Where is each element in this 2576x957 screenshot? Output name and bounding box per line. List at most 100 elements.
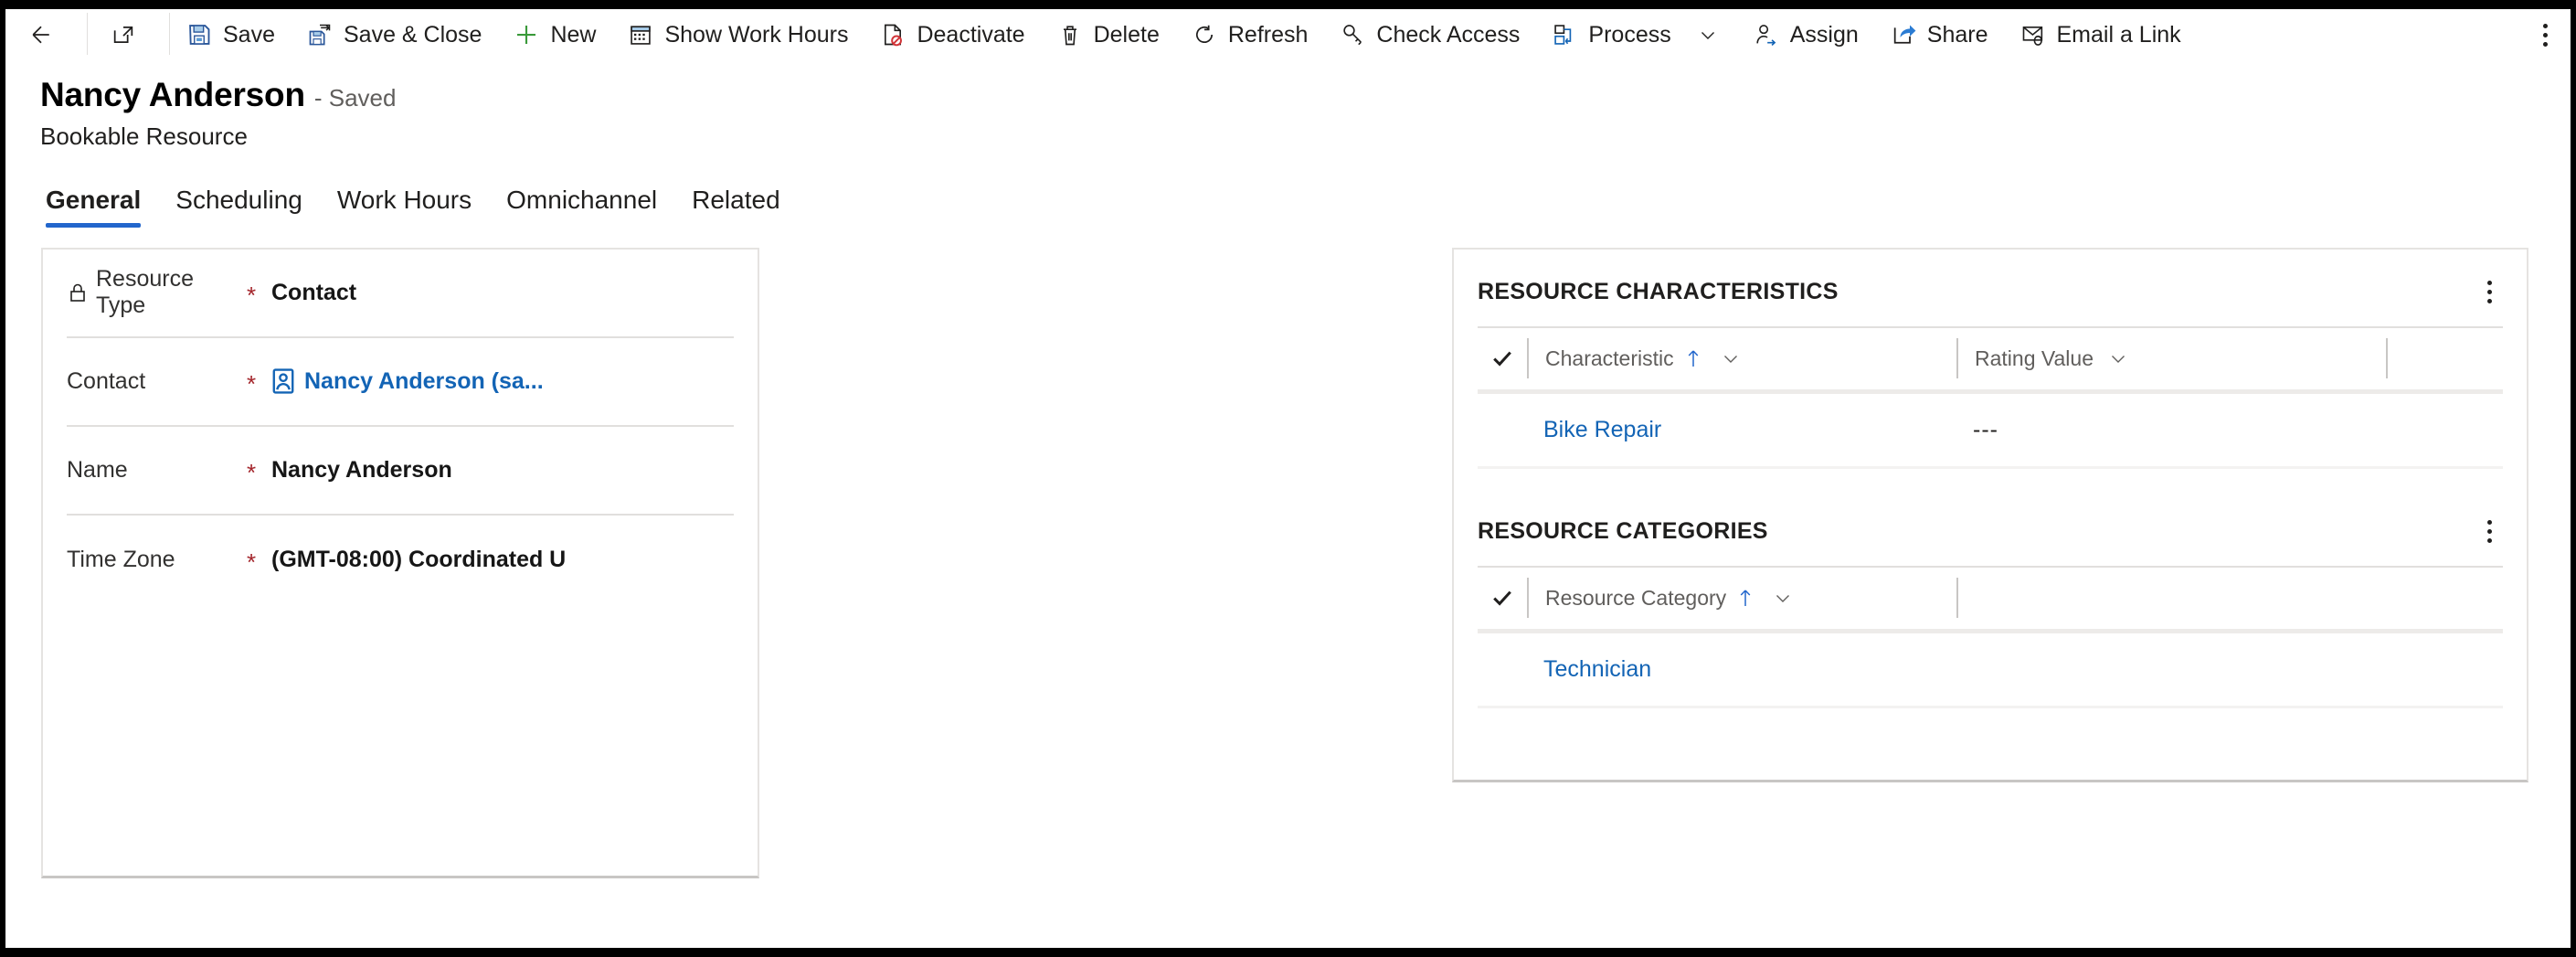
resource-categories-more-button[interactable] <box>2480 516 2499 547</box>
checkmark-icon <box>1493 351 1511 367</box>
share-icon <box>1890 21 1917 48</box>
column-header-resource-category[interactable]: Resource Category <box>1527 578 1956 619</box>
field-label-name-text: Name <box>67 456 128 483</box>
process-icon <box>1551 21 1578 48</box>
field-value-time-zone[interactable]: (GMT-08:00) Coordinated U <box>271 547 734 573</box>
form-body: Resource Type * Contact Contact * Nancy … <box>5 228 2571 899</box>
cell-rating-value: --- <box>1973 416 1998 442</box>
field-label-name: Name <box>67 457 231 484</box>
select-all-checkbox[interactable] <box>1478 585 1527 611</box>
email-a-link-button[interactable]: Email a Link <box>2004 9 2197 60</box>
deactivate-button[interactable]: Deactivate <box>864 9 1040 60</box>
plus-icon <box>513 21 540 48</box>
tab-scheduling[interactable]: Scheduling <box>159 186 321 228</box>
trash-icon <box>1056 21 1084 48</box>
chevron-down-icon[interactable] <box>1694 21 1722 48</box>
resource-categories-title: RESOURCE CATEGORIES <box>1478 518 1768 545</box>
field-row-name: Name * Nancy Anderson <box>67 427 734 516</box>
field-value-resource-type[interactable]: Contact <box>271 280 734 306</box>
refresh-button[interactable]: Refresh <box>1175 9 1324 60</box>
email-a-link-button-label: Email a Link <box>2056 21 2181 48</box>
required-marker-contact: * <box>246 370 257 399</box>
subgrids-card: RESOURCE CHARACTERISTICS Characteristic <box>1452 247 2528 782</box>
column-header-resource-category-label: Resource Category <box>1545 585 1727 610</box>
tab-related-label: Related <box>692 185 780 214</box>
column-header-filler <box>2386 338 2503 379</box>
field-label-time-zone-text: Time Zone <box>67 546 175 572</box>
delete-button[interactable]: Delete <box>1041 9 1175 60</box>
field-label-resource-type-text: Resource Type <box>96 266 194 319</box>
assign-button-label: Assign <box>1789 21 1859 48</box>
save-state-label: - Saved <box>313 84 397 112</box>
column-header-rating-value-label: Rating Value <box>1975 346 2094 370</box>
sort-ascending-icon <box>1688 350 1698 367</box>
save-and-close-button[interactable]: Save & Close <box>291 9 497 60</box>
calendar-icon <box>627 21 654 48</box>
cell-characteristic[interactable]: Bike Repair <box>1527 417 1956 443</box>
command-bar: Save Save & Close New Show Work Hours De… <box>5 9 2571 60</box>
back-button[interactable] <box>5 9 87 60</box>
column-header-rating-value[interactable]: Rating Value <box>1956 338 2386 379</box>
assign-button[interactable]: Assign <box>1737 9 1874 60</box>
contact-card-icon <box>272 368 294 394</box>
field-value-name[interactable]: Nancy Anderson <box>271 457 734 484</box>
record-title-row: Nancy Anderson - Saved <box>40 76 2571 114</box>
field-label-contact-text: Contact <box>67 367 146 394</box>
show-work-hours-button[interactable]: Show Work Hours <box>611 9 864 60</box>
required-marker-name: * <box>246 459 257 487</box>
check-access-button-label: Check Access <box>1376 21 1521 48</box>
refresh-button-label: Refresh <box>1227 21 1309 48</box>
process-button[interactable]: Process <box>1535 9 1736 60</box>
resource-characteristics-more-button[interactable] <box>2480 277 2499 307</box>
chevron-down-icon[interactable] <box>1772 587 1794 609</box>
save-button-label: Save <box>223 21 275 48</box>
chevron-down-icon[interactable] <box>1720 347 1742 369</box>
tab-general[interactable]: General <box>40 186 159 228</box>
command-bar-overflow-button[interactable] <box>2519 9 2571 60</box>
share-button-label: Share <box>1926 21 1988 48</box>
column-header-filler <box>1956 578 2503 619</box>
cell-resource-category[interactable]: Technician <box>1527 656 1956 683</box>
field-label-contact: Contact <box>67 368 231 395</box>
tab-omnichannel[interactable]: Omnichannel <box>490 186 675 228</box>
tab-related[interactable]: Related <box>675 186 799 228</box>
field-value-contact[interactable]: Nancy Anderson (sa... <box>271 368 734 395</box>
resource-categories-grid-header: Resource Category <box>1478 568 2503 633</box>
lock-icon <box>70 283 85 302</box>
table-row[interactable]: Technician <box>1478 633 2503 708</box>
pop-out-button[interactable] <box>88 9 169 60</box>
page-title: Nancy Anderson <box>40 76 305 113</box>
new-button[interactable]: New <box>497 9 611 60</box>
general-fields-card: Resource Type * Contact Contact * Nancy … <box>41 247 759 878</box>
field-value-resource-type-text: Contact <box>271 279 357 305</box>
tab-work-hours-label: Work Hours <box>336 185 472 214</box>
save-button[interactable]: Save <box>170 9 291 60</box>
resource-characteristics-grid-header: Characteristic Rating Value <box>1478 328 2503 394</box>
field-row-time-zone: Time Zone * (GMT-08:00) Coordinated U <box>67 516 734 604</box>
more-vertical-icon <box>2542 23 2548 47</box>
tab-scheduling-label: Scheduling <box>175 185 302 214</box>
tab-work-hours[interactable]: Work Hours <box>321 186 490 228</box>
deactivate-icon <box>879 21 906 48</box>
save-icon <box>186 21 213 48</box>
field-label-time-zone: Time Zone <box>67 547 231 573</box>
chevron-down-icon[interactable] <box>2107 347 2129 369</box>
app-window: Save Save & Close New Show Work Hours De… <box>0 0 2576 957</box>
save-close-icon <box>306 21 334 48</box>
email-link-icon <box>2019 21 2047 48</box>
entity-type-label: Bookable Resource <box>40 122 248 150</box>
check-access-button[interactable]: Check Access <box>1323 9 1535 60</box>
new-button-label: New <box>550 21 597 48</box>
deactivate-button-label: Deactivate <box>917 21 1025 48</box>
field-value-name-text: Nancy Anderson <box>271 456 452 483</box>
field-value-time-zone-text: (GMT-08:00) Coordinated U <box>271 546 567 572</box>
resource-categories-header: RESOURCE CATEGORIES <box>1454 498 2527 566</box>
column-header-characteristic[interactable]: Characteristic <box>1527 338 1956 379</box>
select-all-checkbox[interactable] <box>1478 346 1527 371</box>
share-button[interactable]: Share <box>1874 9 2004 60</box>
back-arrow-icon <box>27 21 55 48</box>
table-row[interactable]: Bike Repair --- <box>1478 394 2503 469</box>
show-work-hours-button-label: Show Work Hours <box>664 21 849 48</box>
resource-characteristics-title: RESOURCE CHARACTERISTICS <box>1478 279 1839 305</box>
